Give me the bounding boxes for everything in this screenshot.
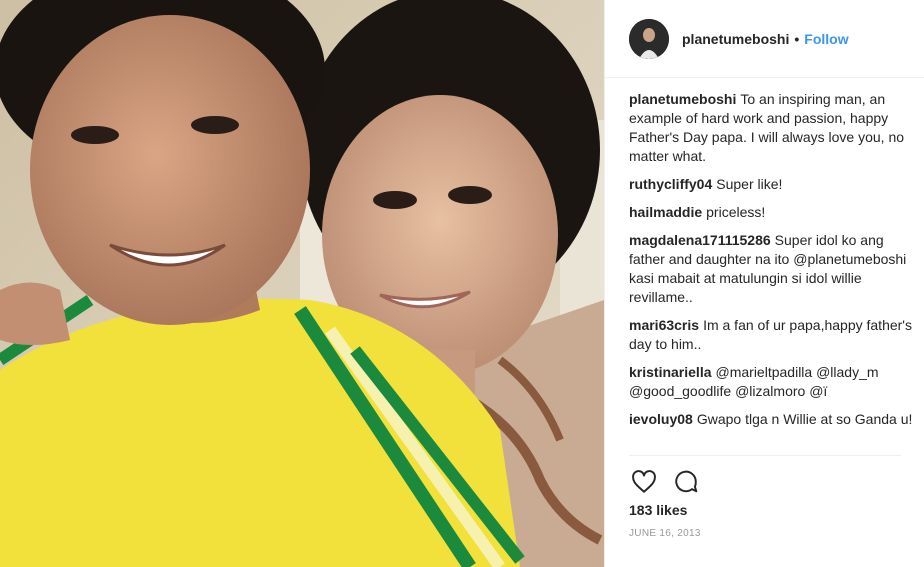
post-date[interactable]: JUNE 16, 2013: [629, 528, 701, 539]
comment-item: kristinariella @marieltpadilla @llady_m @…: [629, 363, 919, 401]
instagram-post: planetumeboshi • Follow planetumeboshi To…: [0, 0, 924, 567]
post-photo[interactable]: [0, 0, 604, 567]
post-side-panel: planetumeboshi • Follow planetumeboshi To…: [604, 0, 924, 567]
comment-author[interactable]: mari63cris: [629, 317, 699, 333]
comment-button[interactable]: [671, 467, 701, 497]
comment-item: hailmaddie priceless!: [629, 203, 919, 222]
like-button[interactable]: [629, 467, 659, 497]
comment-author[interactable]: planetumeboshi: [629, 91, 736, 107]
likes-count[interactable]: 183 likes: [629, 502, 687, 518]
comment-item: magdalena171115286 Super idol ko ang fath…: [629, 231, 919, 307]
comment-text: Gwapo tlga n Willie at so Ganda u!: [696, 411, 913, 427]
header-text: planetumeboshi • Follow: [682, 31, 849, 47]
post-header: planetumeboshi • Follow: [605, 0, 924, 78]
comment-author[interactable]: magdalena171115286: [629, 232, 771, 248]
comment-item: ievoluy08 Gwapo tlga n Willie at so Ganda…: [629, 410, 919, 429]
header-separator: •: [794, 30, 800, 47]
comment-author[interactable]: kristinariella: [629, 364, 712, 380]
heart-icon: [632, 470, 656, 493]
avatar-image: [629, 18, 669, 59]
comments-list: planetumeboshi To an inspiring man, an ex…: [629, 90, 919, 438]
comment-author[interactable]: ievoluy08: [629, 411, 693, 427]
comment-text: priceless!: [706, 204, 766, 220]
comment-author[interactable]: ruthycliffy04: [629, 176, 712, 192]
comment-text: Super like!: [716, 176, 783, 192]
post-photo-image: [0, 0, 604, 567]
comment-author[interactable]: hailmaddie: [629, 204, 702, 220]
comment-item: mari63cris Im a fan of ur papa,happy fath…: [629, 316, 919, 354]
follow-button[interactable]: Follow: [804, 31, 848, 47]
username-link[interactable]: planetumeboshi: [682, 31, 789, 47]
speech-bubble-icon: [675, 470, 698, 493]
actions-divider: [629, 455, 901, 456]
avatar[interactable]: [629, 18, 669, 59]
comment-item: planetumeboshi To an inspiring man, an ex…: [629, 90, 919, 166]
comment-item: ruthycliffy04 Super like!: [629, 175, 919, 194]
action-bar: [629, 467, 713, 497]
